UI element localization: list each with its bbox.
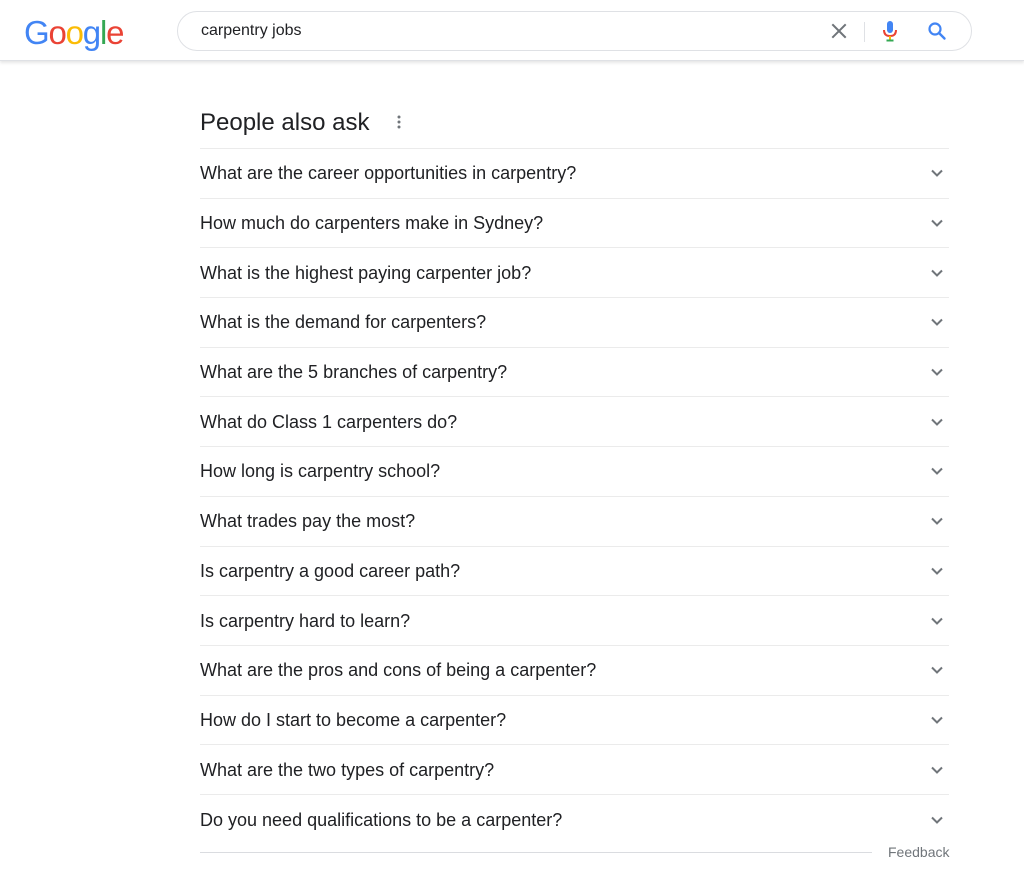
paa-question-item[interactable]: What are the 5 branches of carpentry? [200, 348, 949, 398]
search-button[interactable] [919, 12, 955, 50]
close-icon [831, 23, 847, 39]
paa-question-item[interactable]: How much do carpenters make in Sydney? [200, 199, 949, 249]
paa-question-text: How much do carpenters make in Sydney? [200, 213, 544, 234]
paa-question-item[interactable]: What are the two types of carpentry? [200, 745, 949, 795]
logo-letter: g [82, 14, 101, 51]
logo-letter: o [65, 14, 84, 51]
paa-question-text: What are the two types of carpentry? [200, 759, 495, 780]
chevron-down-icon [931, 368, 943, 377]
chevron-down-icon [931, 170, 943, 178]
search-divider [864, 22, 865, 42]
chevron-down-icon [931, 418, 943, 426]
more-vert-icon [397, 115, 401, 129]
paa-question-text: What is the demand for carpenters? [200, 312, 487, 333]
paa-question-item[interactable]: Is carpentry a good career path? [200, 547, 949, 597]
clear-search-button[interactable] [821, 12, 857, 50]
logo-letter: e [106, 14, 124, 51]
chevron-down-icon [931, 816, 943, 824]
logo-letter: G [24, 14, 50, 51]
paa-question-item[interactable]: What trades pay the most? [200, 497, 949, 547]
search-input[interactable]: carpentry jobs [201, 12, 302, 50]
header-bar: Google carpentry jobs [0, 0, 1024, 61]
chevron-down-icon [931, 617, 943, 625]
paa-question-item[interactable]: What are the pros and cons of being a ca… [200, 646, 949, 696]
paa-question-item[interactable]: How do I start to become a carpenter? [200, 696, 949, 746]
paa-question-item[interactable]: What are the career opportunities in car… [200, 149, 949, 199]
people-also-ask-list: What are the career opportunities in car… [200, 148, 949, 845]
feedback-link[interactable]: Feedback [888, 843, 949, 861]
search-box[interactable]: carpentry jobs [177, 11, 972, 51]
chevron-down-icon [931, 468, 943, 476]
paa-question-text: What do Class 1 carpenters do? [200, 411, 458, 432]
paa-question-text: What are the career opportunities in car… [200, 163, 577, 184]
chevron-down-icon [931, 667, 943, 675]
paa-question-item[interactable]: What do Class 1 carpenters do? [200, 397, 949, 448]
paa-question-text: What are the 5 branches of carpentry? [200, 362, 508, 383]
more-options-button[interactable] [389, 110, 409, 134]
feedback-divider [200, 852, 872, 853]
paa-question-text: Is carpentry hard to learn? [200, 610, 411, 631]
paa-question-item[interactable]: Do you need qualifications to be a carpe… [200, 795, 949, 845]
voice-search-button[interactable] [872, 12, 908, 50]
chevron-down-icon [931, 219, 943, 227]
microphone-icon [883, 21, 897, 42]
logo-letter: o [48, 14, 66, 51]
paa-question-text: Is carpentry a good career path? [200, 560, 461, 581]
paa-question-text: What are the pros and cons of being a ca… [200, 660, 597, 681]
paa-question-text: What is the highest paying carpenter job… [200, 262, 532, 283]
chevron-down-icon [931, 766, 943, 774]
chevron-down-icon [931, 567, 943, 575]
paa-question-text: How do I start to become a carpenter? [200, 709, 507, 730]
paa-question-text: Do you need qualifications to be a carpe… [200, 809, 563, 830]
chevron-down-icon [931, 319, 943, 327]
chevron-down-icon [931, 269, 943, 277]
people-also-ask-heading: People also ask [200, 109, 370, 136]
paa-question-item[interactable]: How long is carpentry school? [200, 447, 949, 497]
search-icon [928, 22, 946, 40]
paa-question-item[interactable]: What is the demand for carpenters? [200, 298, 949, 348]
google-logo[interactable]: Google [24, 13, 124, 53]
paa-question-text: How long is carpentry school? [200, 461, 441, 482]
chevron-down-icon [931, 517, 943, 526]
chevron-down-icon [931, 716, 943, 724]
paa-question-item[interactable]: What is the highest paying carpenter job… [200, 248, 949, 299]
paa-question-text: What trades pay the most? [200, 511, 416, 532]
paa-question-item[interactable]: Is carpentry hard to learn? [200, 596, 949, 646]
